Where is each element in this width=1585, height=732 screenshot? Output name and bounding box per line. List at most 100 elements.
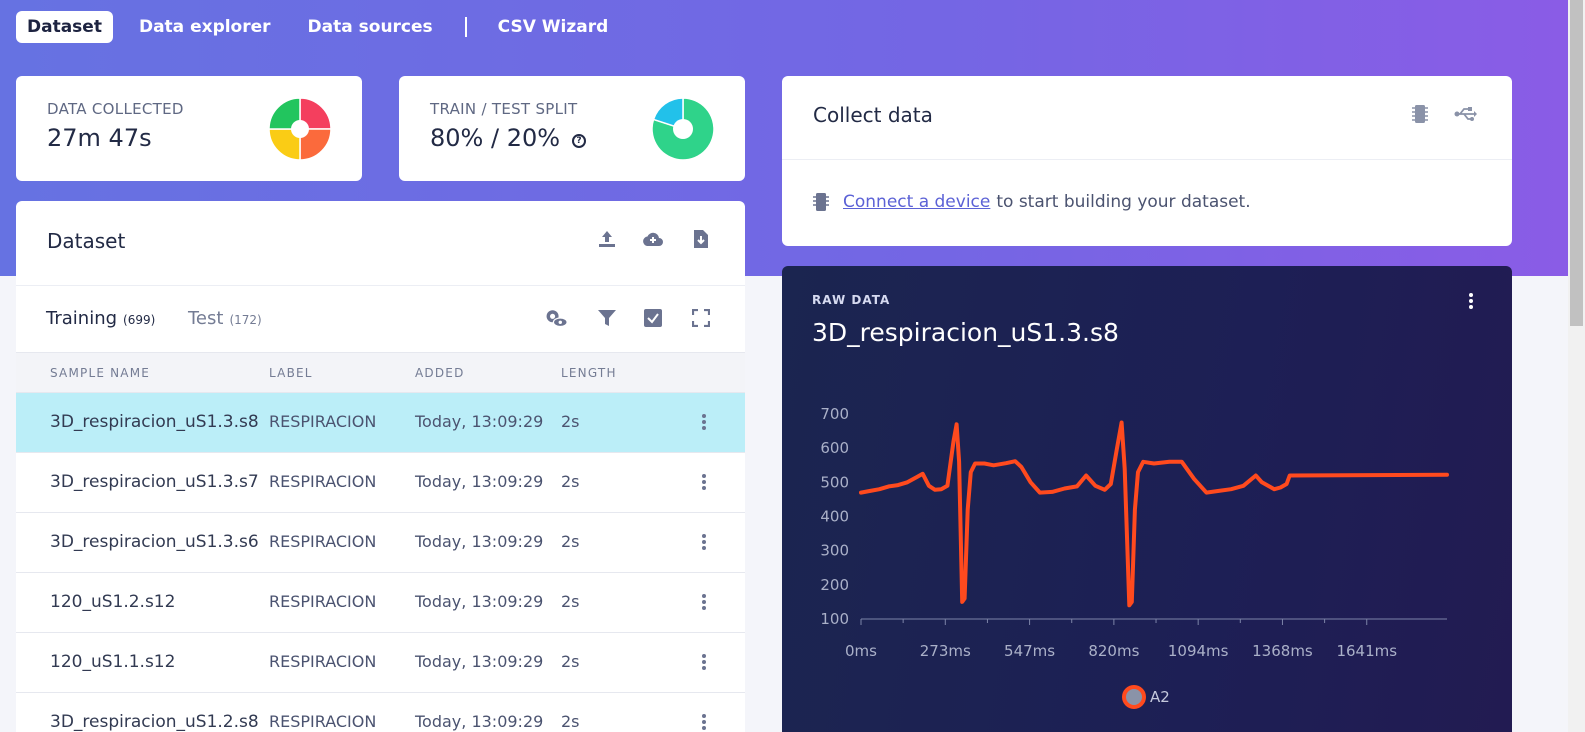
device-icon [813, 193, 829, 211]
split-value-text: 80% / 20% [430, 124, 561, 152]
legend-label: A2 [1150, 688, 1170, 706]
scrollbar-thumb[interactable] [1570, 0, 1583, 326]
y-tick-label: 100 [820, 610, 849, 628]
row-menu-icon[interactable] [700, 593, 708, 613]
table-row[interactable]: 3D_respiracion_uS1.2.s8 RESPIRACION Today,… [16, 692, 745, 732]
dataset-title: Dataset [47, 229, 126, 253]
sample-name: 120_uS1.2.s12 [50, 592, 176, 612]
sample-label: RESPIRACION [269, 592, 377, 611]
col-length[interactable]: LENGTH [561, 366, 617, 380]
dataset-card: Dataset Training (699) Test (172) SAMPLE N… [16, 201, 745, 732]
export-file-icon[interactable] [689, 227, 713, 251]
sample-label: RESPIRACION [269, 412, 377, 431]
tab-data-explorer[interactable]: Data explorer [128, 11, 282, 43]
sample-label: RESPIRACION [269, 532, 377, 551]
x-tick-label: 547ms [1004, 642, 1055, 660]
raw-data-chart: 100 200 300 400 500 600 700 0ms 273ms 547ms 820ms 1… [820, 405, 1449, 660]
connect-message-text: to start building your dataset. [996, 192, 1251, 212]
top-nav: Dataset Data explorer Data sources CSV W… [16, 9, 634, 45]
raw-data-menu-icon[interactable] [1467, 293, 1475, 311]
x-tick-label: 1094ms [1168, 642, 1229, 660]
data-collected-card: DATA COLLECTED 27m 47s [16, 76, 362, 181]
tab-training[interactable]: Training (699) [46, 308, 155, 329]
sample-length: 2s [561, 712, 580, 731]
sample-label: RESPIRACION [269, 712, 377, 731]
split-pie-hole [673, 119, 693, 139]
chart-legend-item[interactable]: A2 [1122, 685, 1170, 709]
help-icon[interactable]: ? [572, 134, 587, 148]
row-menu-icon[interactable] [700, 713, 708, 732]
data-collected-value: 27m 47s [47, 124, 152, 152]
split-pie [651, 97, 715, 161]
table-row[interactable]: 120_uS1.2.s12 RESPIRACION Today, 13:09:29 2… [16, 572, 745, 632]
sample-added: Today, 13:09:29 [415, 532, 544, 551]
upload-icon[interactable] [595, 227, 619, 251]
train-test-split-card: TRAIN / TEST SPLIT 80% / 20%? [399, 76, 745, 181]
collected-pie-hole [291, 120, 309, 138]
tab-dataset[interactable]: Dataset [16, 11, 113, 43]
page-scrollbar[interactable] [1568, 0, 1585, 732]
table-row[interactable]: 120_uS1.1.s12 RESPIRACION Today, 13:09:29 2… [16, 632, 745, 692]
x-tick-label: 0ms [845, 642, 877, 660]
sample-length: 2s [561, 592, 580, 611]
expand-icon[interactable] [689, 306, 713, 330]
raw-data-title: 3D_respiracion_uS1.3.s8 [812, 318, 1119, 347]
series-line-a2 [859, 420, 1449, 608]
sample-length: 2s [561, 532, 580, 551]
sample-length: 2s [561, 472, 580, 491]
tab-training-count: (699) [123, 313, 156, 327]
col-added[interactable]: ADDED [415, 366, 465, 380]
nav-divider [464, 17, 467, 37]
sample-added: Today, 13:09:29 [415, 652, 544, 671]
split-label: TRAIN / TEST SPLIT [430, 100, 578, 118]
tab-test[interactable]: Test (172) [188, 308, 262, 329]
x-tick-label: 1641ms [1336, 642, 1397, 660]
col-sample-name[interactable]: SAMPLE NAME [50, 366, 150, 380]
y-tick-label: 200 [820, 576, 849, 594]
series-dot [1122, 685, 1146, 709]
table-row[interactable]: 3D_respiracion_uS1.3.s7 RESPIRACION Today,… [16, 452, 745, 512]
x-tick-label: 273ms [920, 642, 971, 660]
row-menu-icon[interactable] [700, 653, 708, 673]
connect-device-link[interactable]: Connect a device [843, 192, 990, 212]
select-checkbox-icon[interactable] [641, 306, 665, 330]
table-row[interactable]: 3D_respiracion_uS1.3.s8 RESPIRACION Today,… [16, 392, 745, 452]
y-tick-label: 700 [820, 405, 849, 423]
sample-length: 2s [561, 412, 580, 431]
connect-message: Connect a device to start building your … [813, 192, 1251, 212]
y-tick-label: 300 [820, 542, 849, 560]
x-tick-label: 1368ms [1252, 642, 1313, 660]
x-tick-label: 820ms [1088, 642, 1139, 660]
y-tick-label: 600 [820, 439, 849, 457]
tab-test-count: (172) [229, 313, 262, 327]
sample-name: 3D_respiracion_uS1.3.s7 [50, 472, 259, 492]
sample-added: Today, 13:09:29 [415, 592, 544, 611]
sample-added: Today, 13:09:29 [415, 712, 544, 731]
sample-name: 120_uS1.1.s12 [50, 652, 176, 672]
data-collected-label: DATA COLLECTED [47, 100, 184, 118]
tab-data-sources[interactable]: Data sources [297, 11, 444, 43]
raw-data-card: RAW DATA 3D_respiracion_uS1.3.s8 100 200 3… [782, 266, 1512, 732]
tab-csv-wizard[interactable]: CSV Wizard [487, 11, 620, 43]
table-header: SAMPLE NAME LABEL ADDED LENGTH [16, 352, 745, 392]
row-menu-icon[interactable] [700, 413, 708, 433]
collect-data-title: Collect data [813, 103, 933, 127]
settings-preview-icon[interactable] [544, 306, 568, 330]
cloud-upload-icon[interactable] [641, 227, 665, 251]
split-value: 80% / 20%? [430, 124, 587, 152]
col-label[interactable]: LABEL [269, 366, 313, 380]
tab-test-label: Test [188, 308, 224, 329]
sample-label: RESPIRACION [269, 472, 377, 491]
y-tick-label: 500 [820, 473, 849, 491]
usb-icon[interactable] [1454, 102, 1478, 126]
collect-data-card: Collect data Connect a device to start b… [782, 76, 1512, 246]
device-chip-icon[interactable] [1408, 102, 1432, 126]
tab-training-label: Training [46, 308, 118, 329]
raw-data-label: RAW DATA [812, 293, 891, 307]
sample-name: 3D_respiracion_uS1.3.s8 [50, 412, 259, 432]
table-row[interactable]: 3D_respiracion_uS1.3.s6 RESPIRACION Today,… [16, 512, 745, 572]
data-collected-pie [268, 97, 332, 161]
row-menu-icon[interactable] [700, 533, 708, 553]
filter-icon[interactable] [595, 306, 619, 330]
row-menu-icon[interactable] [700, 473, 708, 493]
